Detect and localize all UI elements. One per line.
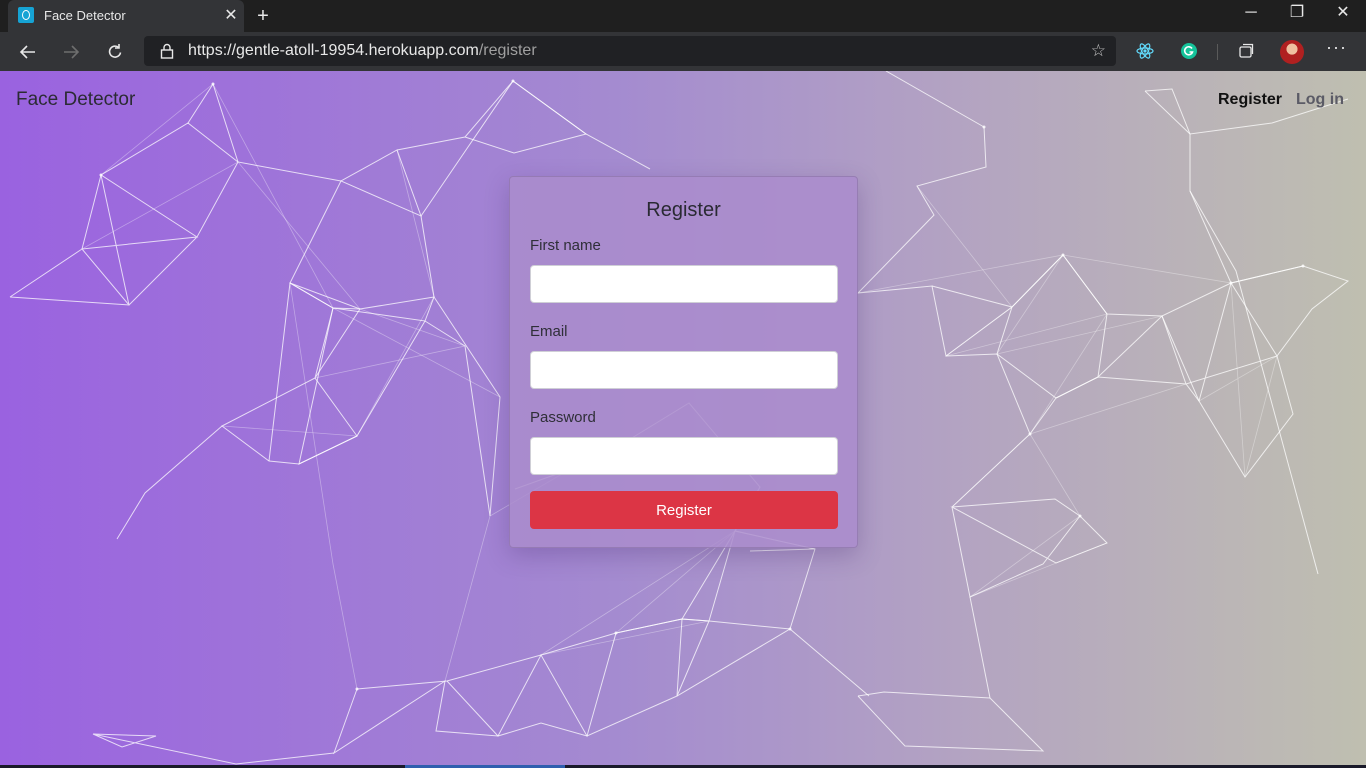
nav-register-link[interactable]: Register <box>1218 91 1282 109</box>
lock-icon <box>160 43 174 59</box>
restore-button[interactable]: ❐ <box>1274 0 1320 30</box>
forward-button[interactable] <box>56 37 86 67</box>
refresh-button[interactable] <box>100 37 130 67</box>
grammarly-icon[interactable] <box>1179 41 1199 61</box>
tab-close-icon[interactable]: ✕ <box>222 7 240 25</box>
url-text: https://gentle-atoll-19954.herokuapp.com… <box>188 42 537 60</box>
favorite-star-icon[interactable]: ☆ <box>1091 41 1106 61</box>
nav-login-link[interactable]: Log in <box>1296 91 1344 109</box>
first-name-input[interactable] <box>530 265 838 303</box>
profile-avatar[interactable] <box>1280 40 1304 64</box>
password-input[interactable] <box>530 437 838 475</box>
page-viewport: Face Detector Register Log in Register F… <box>0 71 1366 768</box>
register-submit-button[interactable]: Register <box>530 491 838 529</box>
email-input[interactable] <box>530 351 838 389</box>
first-name-label: First name <box>530 237 601 254</box>
toolbar-separator <box>1217 44 1218 60</box>
tab-strip: Face Detector ✕ + ─ ❐ ✕ <box>0 0 1366 32</box>
new-tab-button[interactable]: + <box>252 5 274 27</box>
email-label: Email <box>530 323 568 340</box>
tab-title: Face Detector <box>44 8 126 23</box>
window-close-button[interactable]: ✕ <box>1320 0 1366 30</box>
url-origin: https://gentle-atoll-19954.herokuapp.com <box>188 42 479 59</box>
refresh-icon <box>108 44 122 58</box>
site-favicon-icon <box>18 7 34 23</box>
form-title: Register <box>646 199 721 221</box>
browser-toolbar: https://gentle-atoll-19954.herokuapp.com… <box>0 32 1366 71</box>
more-options-icon[interactable]: ··· <box>1326 37 1347 58</box>
forward-arrow-icon <box>64 45 80 59</box>
url-path: /register <box>478 42 537 59</box>
minimize-button[interactable]: ─ <box>1228 0 1274 30</box>
browser-tab[interactable]: Face Detector ✕ <box>8 0 244 32</box>
password-label: Password <box>530 409 596 426</box>
address-bar[interactable]: https://gentle-atoll-19954.herokuapp.com… <box>144 36 1116 66</box>
react-devtools-icon[interactable] <box>1135 41 1155 61</box>
register-card: Register First name Email Password Regis… <box>509 176 858 548</box>
brand-logo-text[interactable]: Face Detector <box>16 89 135 111</box>
collections-icon[interactable] <box>1236 41 1256 61</box>
back-button[interactable] <box>13 37 43 67</box>
back-arrow-icon <box>19 45 35 59</box>
